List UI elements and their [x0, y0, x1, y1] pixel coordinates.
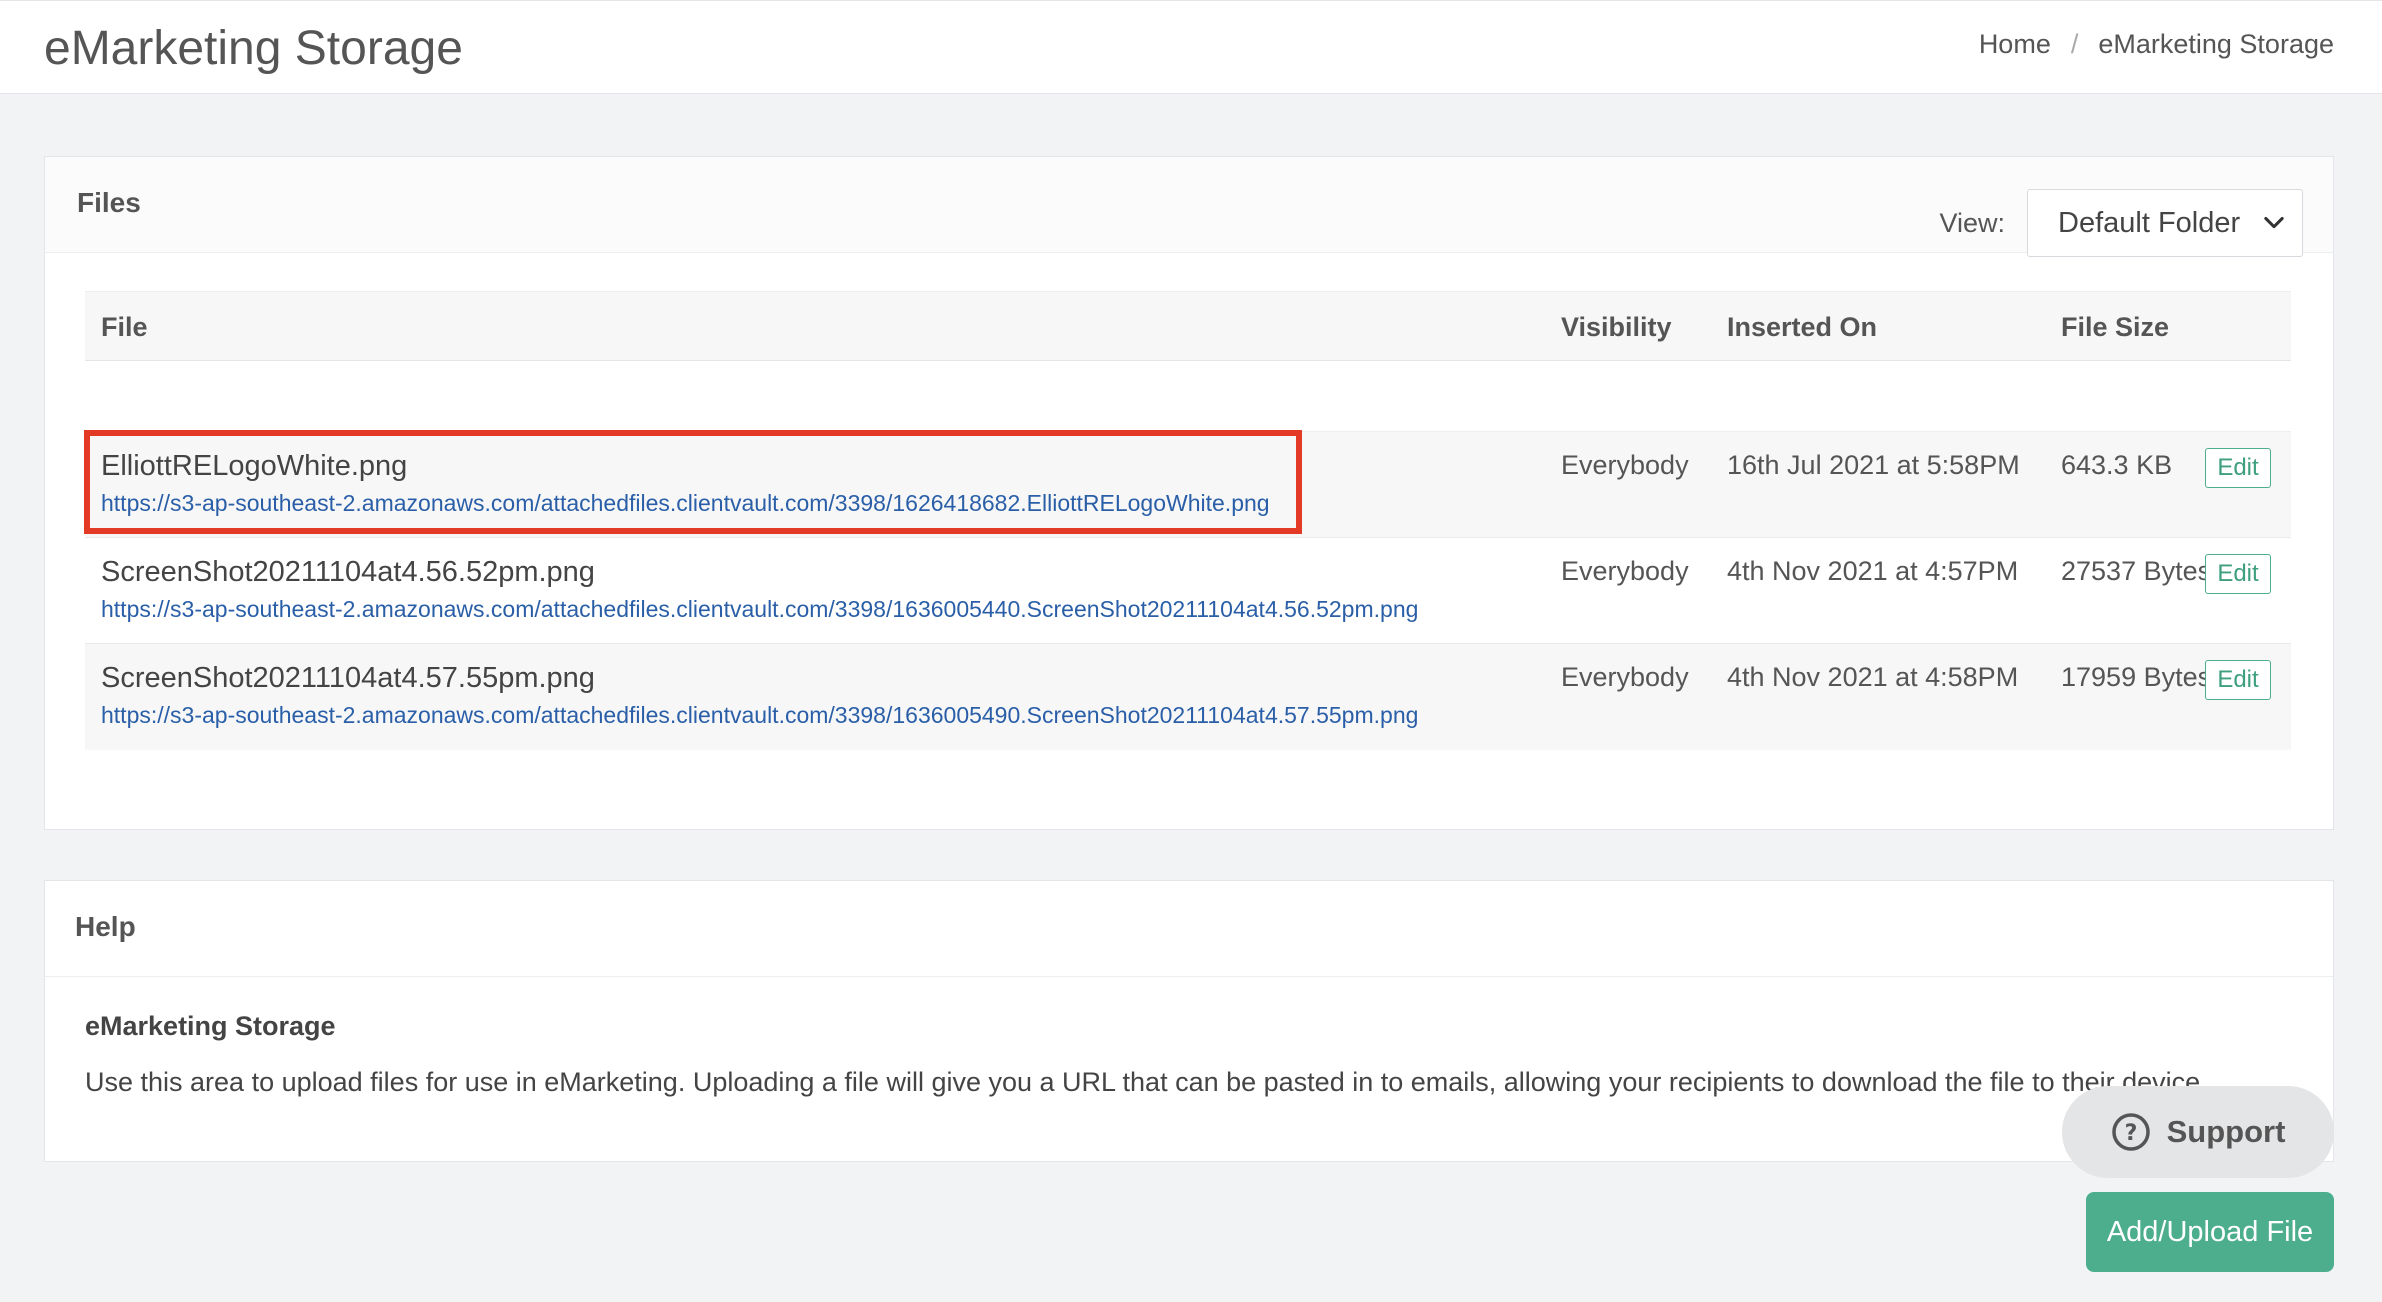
top-bar: eMarketing Storage Home / eMarketing Sto… — [0, 0, 2382, 94]
column-header-file-size: File Size — [2061, 312, 2170, 342]
table-row: ScreenShot20211104at4.56.52pm.png https:… — [85, 538, 2291, 644]
view-selector: View: Default Folder — [1939, 189, 2303, 257]
page-title: eMarketing Storage — [44, 22, 463, 75]
breadcrumb-current: eMarketing Storage — [2098, 29, 2334, 59]
add-upload-file-button[interactable]: Add/Upload File — [2086, 1192, 2334, 1272]
support-label: Support — [2166, 1114, 2286, 1149]
svg-text:?: ? — [2124, 1121, 2137, 1146]
edit-button[interactable]: Edit — [2205, 448, 2271, 488]
file-inserted-on: 4th Nov 2021 at 4:57PM — [1727, 556, 2019, 586]
help-panel-heading: Help — [45, 881, 2333, 977]
help-text: Use this area to upload files for use in… — [85, 1067, 2208, 1097]
chevron-down-icon — [2264, 216, 2284, 229]
column-header-file: File — [101, 312, 148, 342]
help-subtitle: eMarketing Storage — [85, 1011, 336, 1041]
edit-button[interactable]: Edit — [2205, 554, 2271, 594]
file-size: 643.3 KB — [2061, 450, 2173, 480]
help-panel: Help eMarketing Storage Use this area to… — [44, 880, 2334, 1162]
file-name: ScreenShot20211104at4.56.52pm.png — [101, 556, 595, 588]
view-label: View: — [1939, 207, 2005, 238]
breadcrumb-separator: / — [2070, 29, 2079, 59]
edit-button[interactable]: Edit — [2205, 660, 2271, 700]
files-heading: Files — [77, 187, 141, 218]
file-size: 27537 Bytes — [2061, 556, 2212, 586]
highlight-box — [84, 430, 1302, 534]
breadcrumb: Home / eMarketing Storage — [1979, 29, 2334, 60]
file-visibility: Everybody — [1561, 556, 1689, 586]
folder-select-value: Default Folder — [2058, 206, 2241, 239]
breadcrumb-home[interactable]: Home — [1979, 29, 2051, 60]
file-visibility: Everybody — [1561, 450, 1689, 480]
file-inserted-on: 4th Nov 2021 at 4:58PM — [1727, 662, 2019, 692]
file-url-link[interactable]: https://s3-ap-southeast-2.amazonaws.com/… — [101, 702, 1418, 729]
table-header: File Visibility Inserted On File Size — [85, 291, 2291, 361]
table-row: ScreenShot20211104at4.57.55pm.png https:… — [85, 644, 2291, 750]
files-panel-heading: Files View: Default Folder — [45, 157, 2333, 257]
column-header-inserted-on: Inserted On — [1727, 312, 1878, 342]
table-spacer-row — [85, 361, 2291, 432]
question-circle-icon: ? — [2111, 1113, 2150, 1151]
file-inserted-on: 16th Jul 2021 at 5:58PM — [1727, 450, 2020, 480]
help-heading: Help — [75, 911, 136, 942]
support-button[interactable]: ? Support — [2062, 1086, 2334, 1178]
column-header-visibility: Visibility — [1561, 312, 1672, 342]
file-visibility: Everybody — [1561, 662, 1689, 692]
folder-select[interactable]: Default Folder — [2027, 189, 2303, 257]
file-size: 17959 Bytes — [2061, 662, 2212, 692]
file-url-link[interactable]: https://s3-ap-southeast-2.amazonaws.com/… — [101, 596, 1418, 623]
file-name: ScreenShot20211104at4.57.55pm.png — [101, 662, 595, 694]
